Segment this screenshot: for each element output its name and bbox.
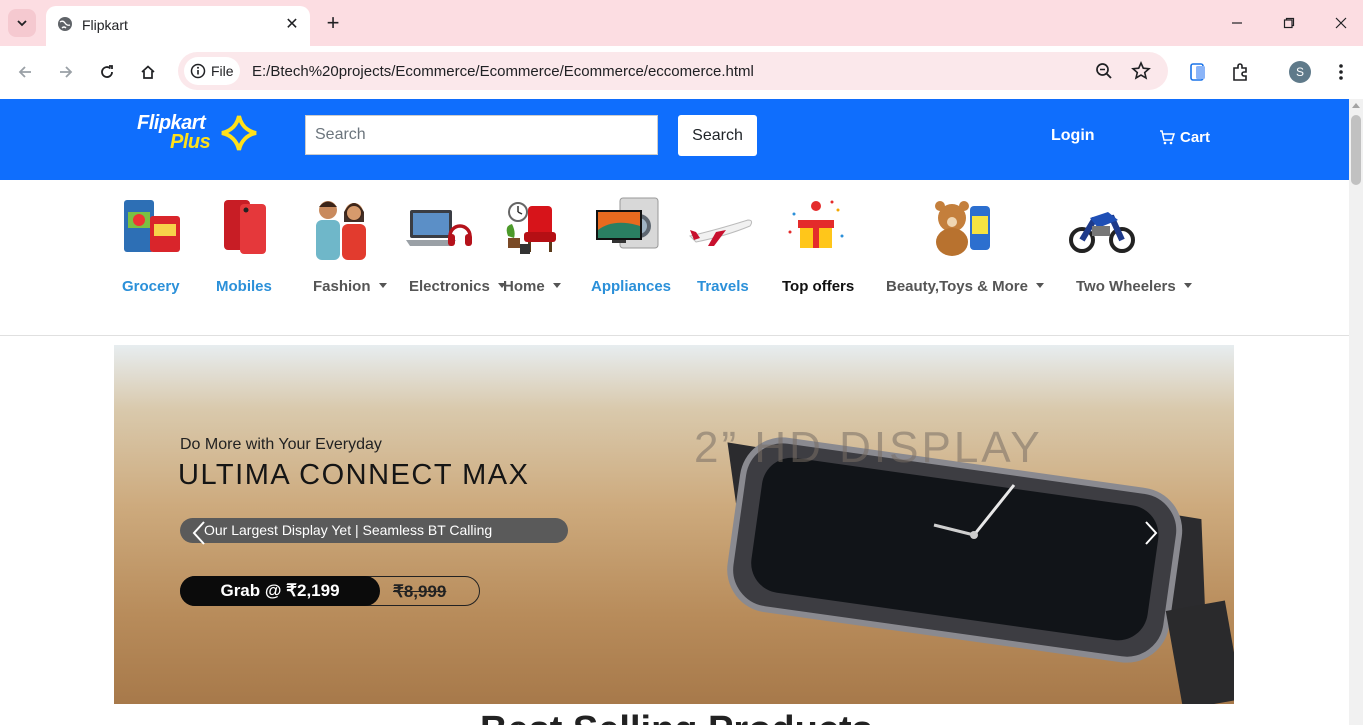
close-icon [1335,17,1347,29]
chevron-right-icon [1145,521,1158,545]
profile-avatar[interactable]: S [1289,61,1311,83]
category-label: Appliances [591,278,672,295]
tv-washing-machine-icon [596,197,659,249]
back-button[interactable] [11,58,39,86]
restore-button[interactable] [1276,10,1302,36]
address-bar[interactable]: File E:/Btech%20projects/Ecommerce/Ecomm… [178,52,1168,90]
login-link[interactable]: Login [1051,127,1095,145]
category-label-text: Two Wheelers [1076,278,1176,295]
fashion-models-icon [316,201,366,260]
minimize-button[interactable] [1224,10,1250,36]
more-menu-icon[interactable] [1329,60,1353,84]
forward-button[interactable] [52,58,80,86]
close-window-button[interactable] [1328,10,1354,36]
category-label: Beauty,Toys & More [886,278,1044,295]
reload-icon [101,65,113,78]
cart-label: Cart [1180,129,1211,146]
category-label: Top offers [782,278,855,295]
banner-title: ULTIMA CONNECT MAX [178,459,530,491]
category-label: Two Wheelers [1076,278,1192,295]
browser-toolbar: File E:/Btech%20projects/Ecommerce/Ecomm… [0,46,1363,99]
banner-price-box: Grab @ ₹2,199 ₹8,999 [180,576,480,606]
site-info-label: File [211,63,234,79]
home-furniture-icon [506,202,556,254]
page-scrollbar[interactable] [1349,99,1363,725]
chevron-left-icon [192,521,205,545]
reading-mode-icon[interactable] [1186,60,1210,84]
carousel-next-button[interactable] [1136,513,1166,553]
extensions-icon[interactable] [1228,60,1252,84]
scroll-thumb[interactable] [1351,115,1361,185]
bookmark-star-icon[interactable] [1131,61,1151,81]
category-label-text: Beauty,Toys & More [886,278,1028,295]
cart-link[interactable]: Cart [1159,129,1210,146]
flipkart-logo[interactable]: Flipkart Plus [137,112,262,154]
url-text[interactable]: E:/Btech%20projects/Ecommerce/Ecommerce/… [252,63,754,80]
category-label-text: Fashion [313,278,371,295]
back-arrow-icon [18,66,31,78]
category-label: Electronics [409,278,506,295]
new-tab-button[interactable]: + [320,10,346,36]
minimize-icon [1232,22,1242,24]
category-label-text: Home [503,278,545,295]
zoom-icon[interactable] [1094,61,1114,81]
chevron-down-icon [17,20,27,27]
forward-arrow-icon [60,66,73,78]
plus-logo-icon [221,115,257,151]
category-label: Fashion [313,278,387,295]
tab-close-icon[interactable]: ✕ [282,14,302,34]
dropdown-caret-icon [378,283,387,288]
tab-title: Flipkart [82,17,128,33]
reload-button[interactable] [93,58,121,86]
banner-price: Grab @ ₹2,199 [180,576,380,606]
section-heading: Best Selling Products [480,709,873,725]
dropdown-caret-icon [552,283,561,288]
mobile-phone-icon [224,200,266,254]
gift-box-icon [788,200,844,248]
banner-old-price: ₹8,999 [393,582,447,601]
site-info-chip[interactable]: File [184,57,240,85]
globe-icon [58,17,72,31]
cart-icon [1160,130,1175,145]
browser-tab-strip: Flipkart ✕ + [0,0,1363,46]
hero-carousel: 2” HD DISPLAY Do More with Your Everyday… [114,345,1234,704]
motorcycle-icon [1069,212,1135,253]
page-viewport: Flipkart Plus Search Login Cart Grocery [0,99,1349,725]
category-bar: Grocery Mobiles Fashion Electronics Home… [0,180,1349,336]
airplane-icon [689,219,753,246]
category-label: Grocery [122,278,180,295]
laptop-headphones-icon [406,210,472,246]
logo-text-secondary: Plus [170,131,211,153]
search-button[interactable]: Search [678,115,757,156]
category-label: Travels [697,278,749,295]
carousel-prev-button[interactable] [184,513,214,553]
tab-search-button[interactable] [8,9,36,37]
dropdown-caret-icon [1183,283,1192,288]
banner-feature-pill: Our Largest Display Yet | Seamless BT Ca… [180,518,568,543]
grocery-icon [124,200,180,252]
search-input[interactable] [305,115,658,155]
banner-tagline: Do More with Your Everyday [180,436,382,453]
category-label: Mobiles [216,278,272,295]
home-button[interactable] [134,58,162,86]
site-header: Flipkart Plus Search Login Cart [0,99,1349,180]
browser-tab-active[interactable]: Flipkart ✕ [46,6,310,46]
info-icon [190,63,206,79]
dropdown-caret-icon [1035,283,1044,288]
home-icon [141,65,155,79]
category-label-text: Electronics [409,278,490,295]
category-label: Home [503,278,561,295]
scroll-up-arrow-icon[interactable] [1352,103,1360,108]
restore-icon [1283,17,1295,29]
banner-display-text: 2” HD DISPLAY [694,423,1043,472]
teddy-bear-icon [935,201,990,256]
